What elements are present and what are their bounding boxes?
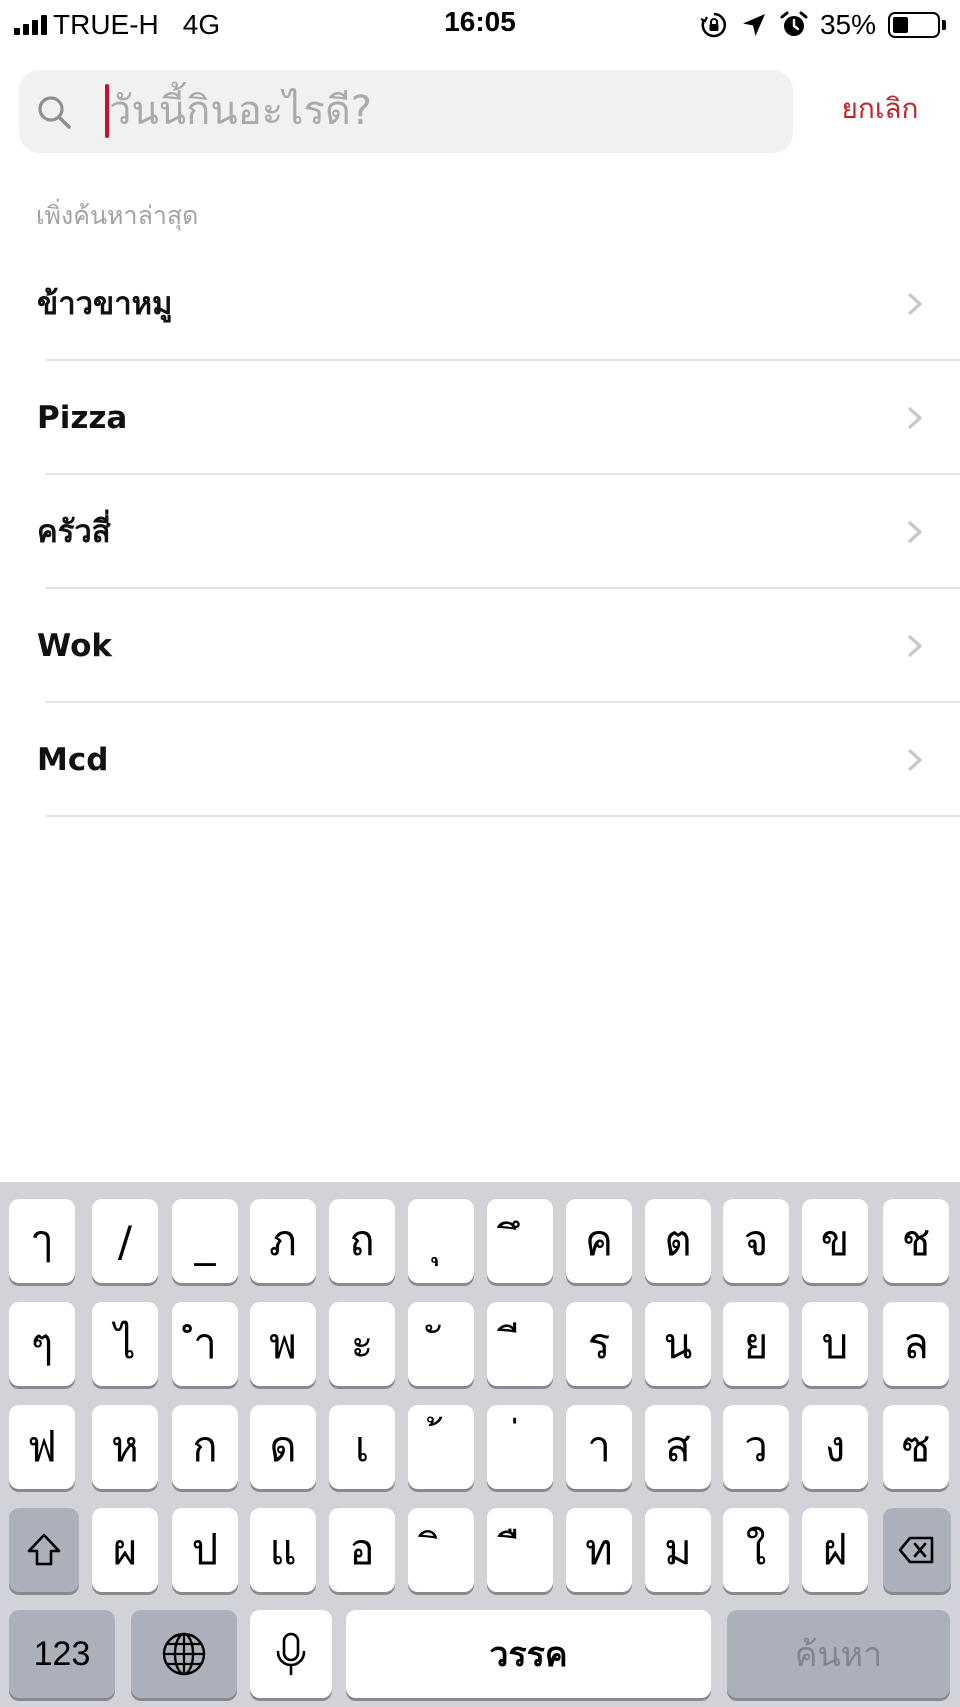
key[interactable]: ้	[408, 1405, 474, 1489]
key[interactable]: ค	[566, 1199, 632, 1283]
key[interactable]: ิ	[408, 1508, 474, 1592]
key[interactable]: ก	[172, 1405, 238, 1489]
key[interactable]: ๅ	[9, 1199, 75, 1283]
key[interactable]: ซ	[883, 1405, 949, 1489]
key[interactable]: ึ	[487, 1199, 553, 1283]
key[interactable]: ห	[92, 1405, 158, 1489]
key[interactable]: ื	[487, 1508, 553, 1592]
recent-search-item[interactable]: Pizza	[0, 361, 960, 475]
divider	[46, 815, 960, 817]
key[interactable]: ข	[802, 1199, 868, 1283]
key[interactable]: ร	[566, 1302, 632, 1386]
recent-searches-title: เพิ่งค้นหาล่าสุด	[36, 201, 199, 230]
keyboard-row-1: ๅ/_ภถุึคตจขช	[0, 1199, 960, 1283]
key[interactable]: า	[566, 1405, 632, 1489]
keyboard-row-4: ผปแอิืทมใฝ	[0, 1508, 960, 1592]
microphone-icon	[276, 1632, 306, 1676]
key[interactable]: แ	[250, 1508, 316, 1592]
key[interactable]: ั	[408, 1302, 474, 1386]
key[interactable]: ๆ	[9, 1302, 75, 1386]
key[interactable]: อ	[329, 1508, 395, 1592]
chevron-right-icon	[908, 521, 922, 543]
key[interactable]: ว	[723, 1405, 789, 1489]
search-icon	[38, 96, 71, 129]
thai-keyboard: ๅ/_ภถุึคตจขช ๆไำพะัีรนยบล ฟหกดเ้่าสวงซ ผ…	[0, 1182, 960, 1707]
key[interactable]: ช	[883, 1199, 949, 1283]
key[interactable]: ถ	[329, 1199, 395, 1283]
recent-searches-list: ข้าวขาหมู Pizza ครัวสี่ Wok Mcd	[0, 247, 960, 817]
key[interactable]: ุ	[408, 1199, 474, 1283]
shift-icon	[27, 1533, 61, 1566]
space-key[interactable]: วรรค	[346, 1610, 711, 1698]
recent-search-item[interactable]: ครัวสี่	[0, 475, 960, 589]
keyboard-row-3: ฟหกดเ้่าสวงซ	[0, 1405, 960, 1489]
chevron-right-icon	[908, 749, 922, 771]
keyboard-row-2: ๆไำพะัีรนยบล	[0, 1302, 960, 1386]
recent-search-item[interactable]: ข้าวขาหมู	[0, 247, 960, 361]
backspace-icon	[898, 1536, 934, 1564]
key[interactable]: ง	[802, 1405, 868, 1489]
recent-search-label: Wok	[37, 628, 113, 664]
dictation-key[interactable]	[250, 1610, 332, 1698]
key[interactable]: ด	[250, 1405, 316, 1489]
key[interactable]: ล	[883, 1302, 949, 1386]
key[interactable]: ฝ	[802, 1508, 868, 1592]
key[interactable]: บ	[802, 1302, 868, 1386]
chevron-right-icon	[908, 635, 922, 657]
key[interactable]: ย	[723, 1302, 789, 1386]
key[interactable]: _	[172, 1199, 238, 1283]
location-arrow-icon	[742, 14, 765, 36]
key[interactable]: ม	[645, 1508, 711, 1592]
shift-key[interactable]	[9, 1508, 79, 1592]
battery-icon	[888, 12, 946, 38]
globe-key[interactable]	[131, 1610, 237, 1698]
search-bar[interactable]	[19, 70, 793, 153]
search-key[interactable]: ค้นหา	[727, 1610, 950, 1698]
key[interactable]: ป	[172, 1508, 238, 1592]
cancel-button[interactable]: ยกเลิก	[820, 84, 940, 134]
key[interactable]: ภ	[250, 1199, 316, 1283]
key[interactable]: ่	[487, 1405, 553, 1489]
alarm-clock-icon	[780, 11, 808, 36]
numbers-key[interactable]: 123	[9, 1610, 115, 1698]
recent-search-label: ครัวสี่	[37, 514, 111, 550]
key[interactable]: ไ	[92, 1302, 158, 1386]
recent-search-label: Mcd	[37, 742, 109, 778]
recent-search-label: ข้าวขาหมู	[37, 286, 173, 322]
globe-icon	[162, 1632, 206, 1676]
key[interactable]: ผ	[92, 1508, 158, 1592]
battery-percent: 35%	[819, 9, 876, 40]
keyboard-row-bottom: 123 วรรค ค้นหา	[0, 1610, 960, 1698]
recent-search-item[interactable]: Wok	[0, 589, 960, 703]
key[interactable]: ฟ	[9, 1405, 75, 1489]
key[interactable]: น	[645, 1302, 711, 1386]
backspace-key[interactable]	[883, 1508, 951, 1592]
key[interactable]: จ	[723, 1199, 789, 1283]
key[interactable]: ส	[645, 1405, 711, 1489]
status-bar-right: 35%	[700, 8, 946, 42]
key[interactable]: ใ	[723, 1508, 789, 1592]
recent-search-item[interactable]: Mcd	[0, 703, 960, 817]
key[interactable]: ี	[487, 1302, 553, 1386]
key[interactable]: ท	[566, 1508, 632, 1592]
recent-search-label: Pizza	[37, 400, 128, 436]
key[interactable]: เ	[329, 1405, 395, 1489]
key[interactable]: ะ	[329, 1302, 395, 1386]
key[interactable]: ต	[645, 1199, 711, 1283]
orientation-lock-icon	[700, 12, 726, 38]
status-bar: TRUE-H 4G 16:05 35%	[0, 0, 960, 50]
chevron-right-icon	[908, 293, 922, 315]
key[interactable]: ำ	[172, 1302, 238, 1386]
search-input[interactable]	[109, 78, 779, 144]
key[interactable]: /	[92, 1199, 158, 1283]
key[interactable]: พ	[250, 1302, 316, 1386]
search-screen: TRUE-H 4G 16:05 35% วันนี้กินอะไรดี? ยกเ…	[0, 0, 960, 1707]
chevron-right-icon	[908, 407, 922, 429]
